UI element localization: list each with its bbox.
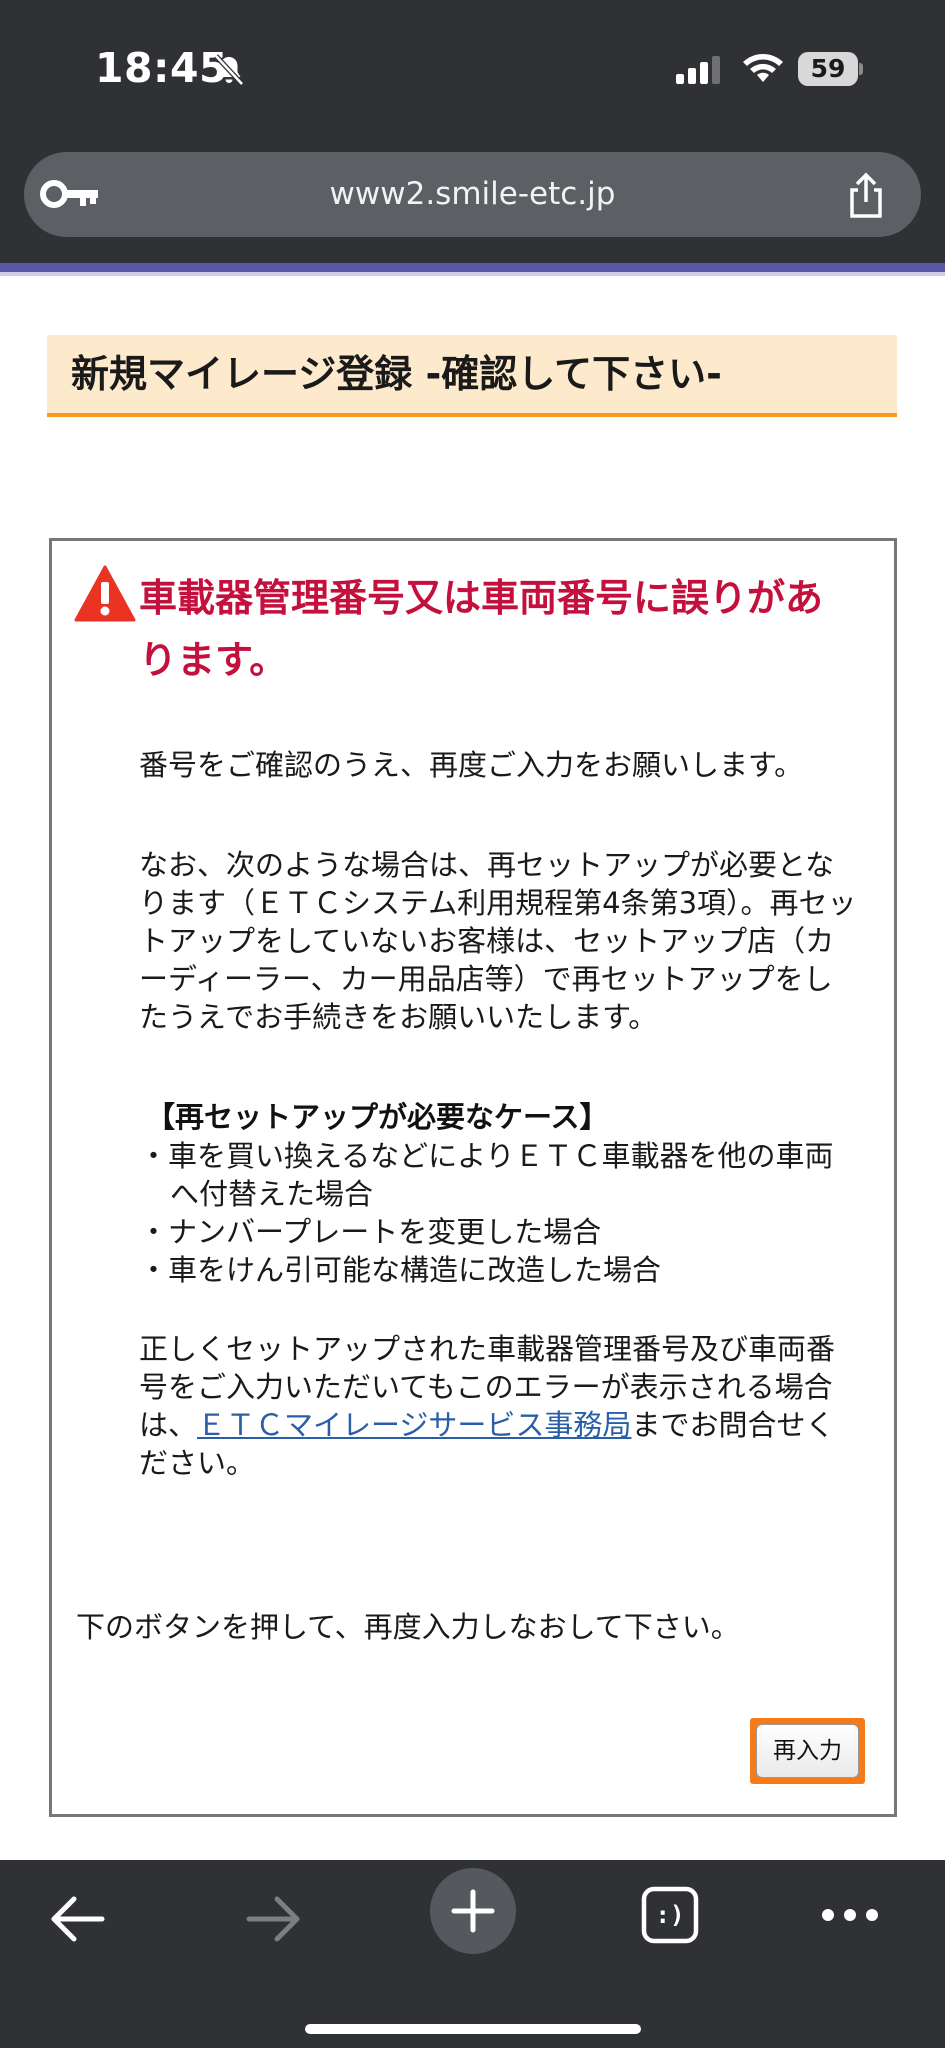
forward-arrow-icon[interactable]	[245, 1890, 303, 1948]
list-item: ・車をけん引可能な構造に改造した場合	[139, 1253, 662, 1287]
back-arrow-icon[interactable]	[48, 1890, 106, 1948]
browser-bottom-toolbar: :)	[0, 1860, 945, 2048]
address-bar[interactable]: www2.smile-etc.jp	[24, 152, 921, 237]
page-title: 新規マイレージ登録 -確認して下さい-	[71, 352, 722, 396]
setup-cases-heading: 【再セットアップが必要なケース】	[146, 1100, 609, 1134]
browser-top-chrome: 18:45 59 www2.smile-etc.jp	[0, 0, 945, 263]
plus-icon	[451, 1889, 495, 1933]
error-message-setup: なお、次のような場合は、再セットアップが必要となります（ＥＴＣシステム利用規程第…	[139, 848, 857, 1034]
battery-level: 59	[810, 54, 846, 83]
home-indicator[interactable]	[305, 2024, 641, 2034]
url-text[interactable]: www2.smile-etc.jp	[24, 152, 921, 237]
more-icon[interactable]	[820, 1902, 880, 1928]
new-tab-button[interactable]	[430, 1868, 516, 1954]
list-item: ・車を買い換えるなどによりＥＴＣ車載器を他の車両へ付替えた場合	[139, 1139, 834, 1211]
tabs-icon[interactable]: :)	[640, 1885, 700, 1945]
page-load-strip	[0, 263, 945, 272]
bell-slash-icon	[214, 54, 244, 86]
setup-cases-list: ・車を買い換えるなどによりＥＴＣ車載器を他の車両へ付替えた場合 ・ナンバープレー…	[139, 1137, 859, 1289]
error-message-contact: 正しくセットアップされた車載器管理番号及び車両番号をご入力いただいてもこのエラー…	[139, 1330, 859, 1482]
page-load-strip-shadow	[0, 272, 945, 276]
battery-icon: 59	[798, 52, 864, 86]
page-title-box: 新規マイレージ登録 -確認して下さい-	[47, 335, 897, 417]
reenter-focus-ring: 再入力	[750, 1718, 865, 1784]
signal-icon	[676, 56, 720, 84]
warning-icon	[74, 565, 136, 622]
error-message-confirm: 番号をご確認のうえ、再度ご入力をお願いします。	[139, 748, 804, 782]
reenter-instruction: 下のボタンを押して、再度入力しなおして下さい。	[76, 1610, 740, 1644]
tabs-glyph: :)	[655, 1901, 685, 1929]
list-item: ・ナンバープレートを変更した場合	[139, 1215, 602, 1249]
reenter-button[interactable]: 再入力	[756, 1724, 859, 1778]
error-title: 車載器管理番号又は車両番号に誤りがあります。	[139, 576, 824, 682]
status-time: 18:45	[95, 44, 229, 92]
etc-mileage-office-link[interactable]: ＥＴＣマイレージサービス事務局	[197, 1408, 631, 1442]
share-icon[interactable]	[842, 172, 890, 220]
wifi-icon	[743, 54, 783, 82]
